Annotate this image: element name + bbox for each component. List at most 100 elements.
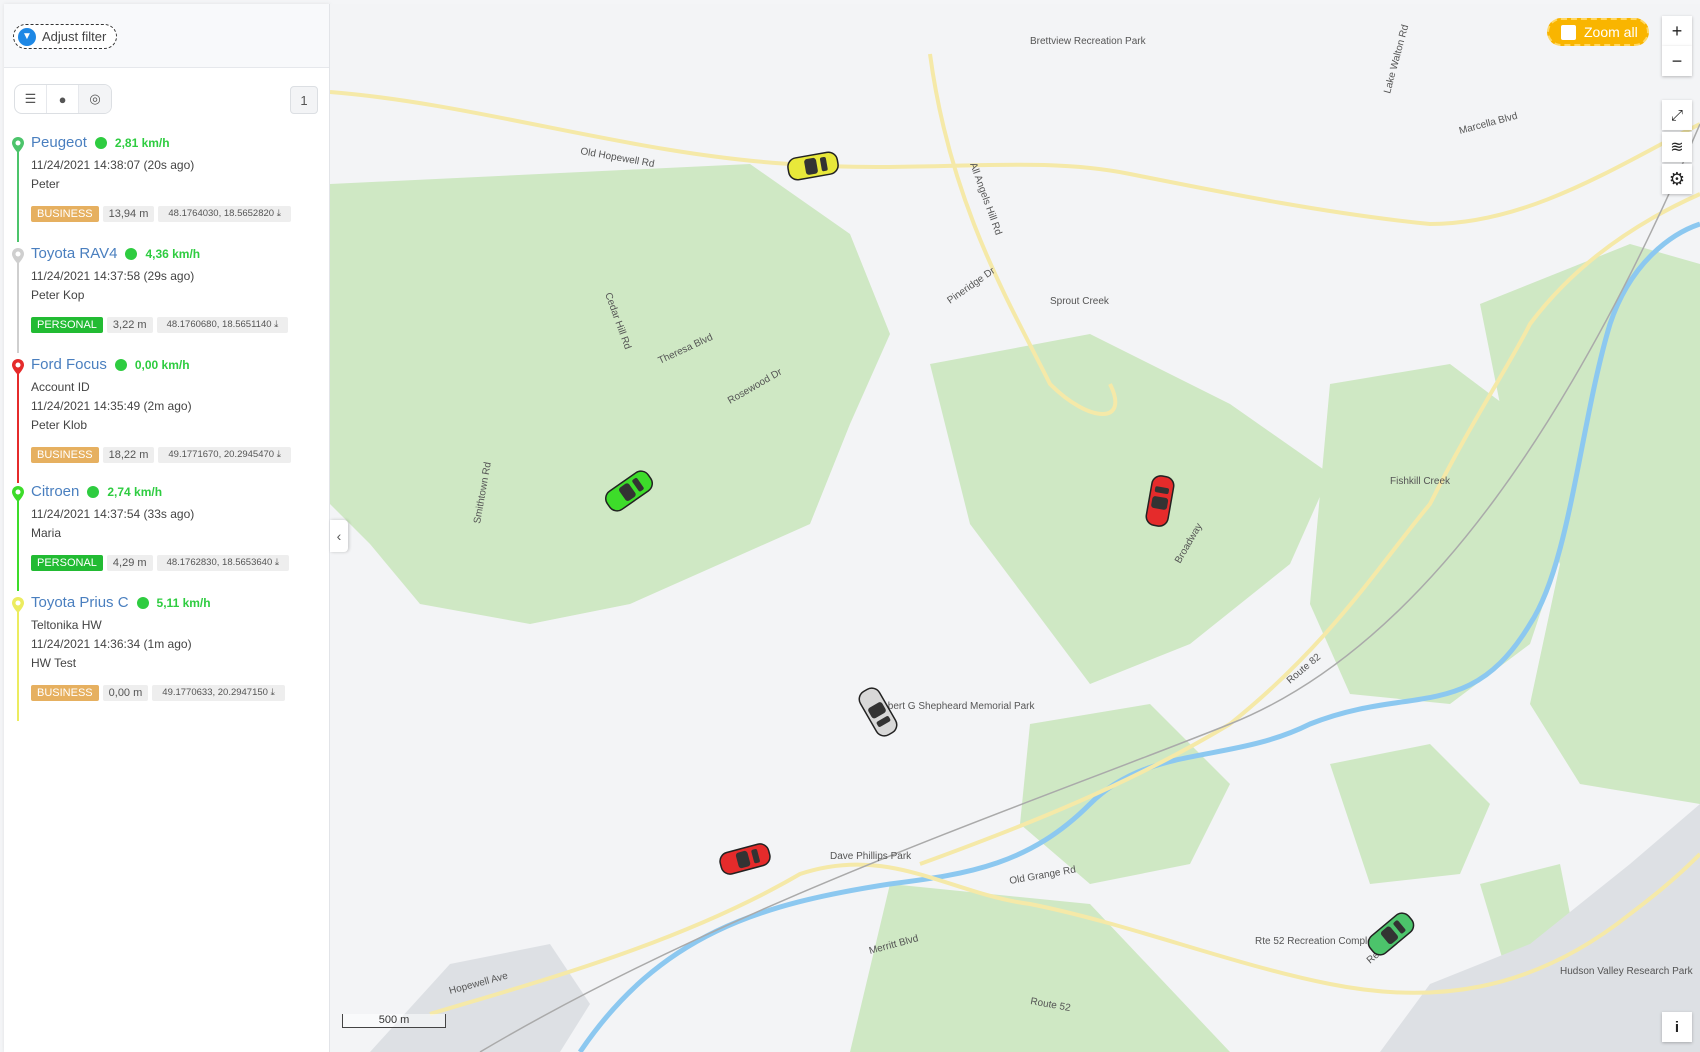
vehicle-info-line: 11/24/2021 14:37:54 (33s ago) bbox=[31, 507, 195, 521]
vehicle-speed: 2,81 km/h bbox=[114, 135, 170, 150]
zoom-all-checkbox[interactable] bbox=[1561, 24, 1576, 40]
coordinates-badge[interactable]: 48.1762830, 18.5653640 ⤓ bbox=[156, 555, 290, 571]
vehicle-info-line: Peter Klob bbox=[31, 418, 88, 432]
vehicle-name[interactable]: Toyota RAV4 bbox=[31, 245, 117, 262]
vehicle-speed: 2,74 km/h bbox=[107, 484, 163, 499]
filter-icon: ▼ bbox=[18, 27, 36, 46]
vehicle-info-line: 11/24/2021 14:38:07 (20s ago) bbox=[31, 158, 195, 172]
fullscreen-icon[interactable]: ⤢ bbox=[1662, 100, 1692, 130]
settings-gear-icon[interactable]: ⚙ bbox=[1662, 164, 1692, 194]
map[interactable]: Old Hopewell Rd Route 82 Route 52 All Angel… bbox=[330, 4, 1700, 1052]
zoom-all-label: Zoom all bbox=[1584, 24, 1638, 40]
park-area bbox=[330, 164, 890, 624]
trip-type-badge: PERSONAL bbox=[31, 317, 103, 333]
vehicle-marker-car-icon[interactable] bbox=[786, 151, 839, 181]
download-icon: ⤓ bbox=[274, 319, 279, 330]
park-area bbox=[1330, 744, 1490, 884]
vehicle-info-line: 11/24/2021 14:36:34 (1m ago) bbox=[31, 637, 192, 651]
download-icon: ⤓ bbox=[270, 687, 275, 698]
vehicle-name[interactable]: Peugeot bbox=[31, 134, 87, 151]
list-icon[interactable]: ☰ bbox=[15, 85, 47, 113]
status-dot bbox=[136, 596, 149, 609]
vehicle-name[interactable]: Ford Focus bbox=[31, 356, 107, 373]
distance-badge: 3,22 m bbox=[106, 317, 153, 333]
map-label: Robert G Shepheard Memorial Park bbox=[875, 701, 1036, 712]
location-pin-icon bbox=[12, 248, 24, 264]
vehicle-item[interactable]: Toyota RAV4 4,36 km/h 11/24/2021 14:37:58 … bbox=[12, 245, 322, 353]
trip-type-badge: PERSONAL bbox=[31, 555, 103, 571]
track-line bbox=[17, 148, 19, 242]
map-label: Old Grange Rd bbox=[1009, 864, 1077, 887]
vehicle-info-line: Peter bbox=[31, 177, 60, 191]
download-icon: ⤓ bbox=[276, 449, 281, 460]
status-dot bbox=[114, 358, 127, 371]
location-pin-icon bbox=[12, 597, 24, 613]
coordinates-text: 48.1762830, 18.5653640 bbox=[166, 557, 273, 568]
vehicle-item[interactable]: Ford Focus 0,00 km/h Account ID 11/24/2021 … bbox=[12, 356, 322, 483]
download-icon: ⤓ bbox=[274, 557, 280, 568]
distance-badge: 4,29 m bbox=[106, 555, 153, 571]
location-pin-icon bbox=[12, 137, 24, 153]
trip-type-badge: BUSINESS bbox=[31, 447, 99, 463]
coordinates-text: 49.1771670, 20.2945470 bbox=[168, 449, 275, 460]
vehicle-item[interactable]: Citroen 2,74 km/h 11/24/2021 14:37:54 (33s… bbox=[12, 483, 322, 591]
status-dot bbox=[94, 136, 107, 149]
vehicle-info-line: Maria bbox=[31, 526, 62, 540]
map-label: Marcella Blvd bbox=[1458, 111, 1519, 137]
map-label: Old Hopewell Rd bbox=[579, 146, 655, 170]
vehicle-item[interactable]: Toyota Prius C 5,11 km/h Teltonika HW 11/24… bbox=[12, 594, 322, 721]
coordinates-text: 49.1770633, 20.2947150 bbox=[162, 687, 268, 698]
adjust-filter-button[interactable]: ▼ Adjust filter bbox=[13, 24, 118, 49]
vehicle-name[interactable]: Citroen bbox=[31, 483, 79, 500]
layers-icon[interactable]: ≋ bbox=[1662, 132, 1692, 162]
distance-badge: 0,00 m bbox=[102, 685, 149, 701]
info-button[interactable]: i bbox=[1662, 1012, 1692, 1042]
adjust-filter-label: Adjust filter bbox=[42, 29, 107, 44]
map-label: Dave Phillips Park bbox=[830, 851, 912, 862]
map-label: Brettview Recreation Park bbox=[1030, 36, 1147, 47]
map-label: Pineridge Dr bbox=[945, 265, 997, 306]
vehicle-info-line: Teltonika HW bbox=[31, 618, 102, 632]
vehicle-speed: 4,36 km/h bbox=[145, 246, 201, 261]
location-pin-icon bbox=[12, 359, 24, 375]
coordinates-text: 48.1764030, 18.5652820 bbox=[168, 208, 275, 219]
coordinates-badge[interactable]: 49.1771670, 20.2945470 ⤓ bbox=[158, 447, 291, 463]
vehicle-item[interactable]: Peugeot 2,81 km/h 11/24/2021 14:38:07 (20s… bbox=[12, 134, 322, 242]
park-area bbox=[850, 884, 1230, 1052]
vehicle-marker-car-icon[interactable] bbox=[856, 685, 900, 739]
status-dot bbox=[87, 485, 100, 498]
zoom-out-button[interactable]: − bbox=[1662, 46, 1692, 76]
vehicle-info-line: 11/24/2021 14:37:58 (29s ago) bbox=[31, 269, 195, 283]
page-button[interactable]: 1 bbox=[290, 86, 318, 114]
download-icon: ⤓ bbox=[276, 208, 281, 219]
coordinates-badge[interactable]: 48.1764030, 18.5652820 ⤓ bbox=[158, 206, 291, 222]
dot-icon[interactable]: ● bbox=[47, 85, 79, 113]
status-dot bbox=[125, 247, 138, 260]
map-label: Hudson Valley Research Park bbox=[1560, 966, 1694, 977]
vehicle-info-line: Account ID bbox=[31, 380, 90, 394]
zoom-all-toggle[interactable]: Zoom all bbox=[1547, 18, 1649, 46]
location-pin-icon bbox=[12, 486, 24, 502]
track-line bbox=[17, 608, 19, 721]
vehicle-speed: 0,00 km/h bbox=[134, 357, 190, 372]
trip-type-badge: BUSINESS bbox=[31, 206, 99, 222]
trip-type-badge: BUSINESS bbox=[31, 685, 99, 701]
vehicle-marker-car-icon[interactable] bbox=[718, 842, 772, 876]
vehicle-info-line: 11/24/2021 14:35:49 (2m ago) bbox=[31, 399, 192, 413]
vehicle-info-line: HW Test bbox=[31, 656, 77, 670]
target-icon[interactable]: ◎ bbox=[79, 85, 111, 113]
collapse-panel-button[interactable]: ‹ bbox=[330, 520, 348, 552]
zoom-in-button[interactable]: + bbox=[1662, 16, 1692, 46]
vehicle-info-line: Peter Kop bbox=[31, 288, 85, 302]
park-area bbox=[930, 334, 1330, 684]
map-label: Lake Walton Rd bbox=[1382, 24, 1411, 95]
distance-badge: 13,94 m bbox=[102, 206, 155, 222]
map-label: Rte 52 Recreation Complex bbox=[1255, 936, 1378, 947]
coordinates-badge[interactable]: 49.1770633, 20.2947150 ⤓ bbox=[152, 685, 285, 701]
park-area bbox=[1020, 704, 1230, 884]
map-canvas[interactable]: Old Hopewell RdRoute 82Route 52All Angel… bbox=[330, 4, 1700, 1052]
coordinates-text: 48.1760680, 18.5651140 bbox=[166, 319, 272, 330]
panel-header: ▼ Adjust filter bbox=[4, 4, 329, 68]
vehicle-name[interactable]: Toyota Prius C bbox=[31, 594, 129, 611]
coordinates-badge[interactable]: 48.1760680, 18.5651140 ⤓ bbox=[156, 317, 289, 333]
